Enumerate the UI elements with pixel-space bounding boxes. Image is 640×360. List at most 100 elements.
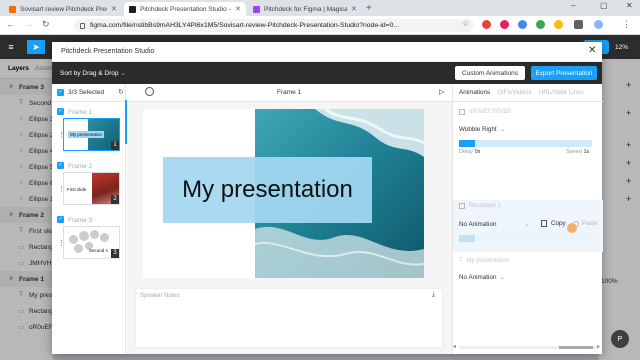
tab-favicon-icon	[129, 5, 136, 13]
puzzle-icon[interactable]	[574, 20, 583, 29]
layer-header: oR0uEF7t0VD0	[459, 109, 511, 115]
chevron-down-icon: ⌄	[499, 274, 505, 281]
slide-1-thumbnail[interactable]: My presentation 1	[63, 118, 120, 151]
slide-3-frame-label: Frame 3	[68, 217, 93, 224]
ellipse-shape	[100, 233, 109, 242]
slide-title: My presentation	[163, 157, 372, 223]
tab-url-slide-links[interactable]: URL/Slide Links	[539, 89, 584, 96]
url-text: figma.com/file/nstibBs9mAH3LY4PI6x1M5/So…	[90, 22, 400, 29]
layer-name: oR0uEF7t0VD0	[469, 109, 512, 115]
slide-number: 1	[111, 141, 119, 150]
copy-label: Copy	[551, 220, 566, 227]
bookmark-star-icon[interactable]: ☆	[462, 19, 469, 28]
sort-label: Sort by Drag & Drop	[60, 70, 119, 77]
browser-tab-1[interactable]: Sovisart review Pitchdeck Presen ✕	[4, 2, 122, 16]
layer-name: My presentation	[466, 258, 510, 264]
refresh-icon[interactable]: ↻	[118, 88, 124, 96]
select-all-checkbox[interactable]: ✓	[57, 89, 64, 96]
close-window-button[interactable]: ✕	[626, 1, 633, 10]
browser-tab-strip: Sovisart review Pitchdeck Presen ✕ Pitch…	[0, 0, 640, 16]
back-icon[interactable]: ←	[6, 19, 15, 29]
tab-animations[interactable]: Animations	[459, 89, 490, 96]
slide-3-checkbox[interactable]: ✓	[57, 216, 64, 223]
tab-gifs-videos[interactable]: GIFs/Videos	[497, 89, 532, 96]
speaker-notes-placeholder: Speaker Notes	[140, 293, 180, 299]
animation-tabs: Animations GIFs/Videos URL/Slide Links	[453, 84, 603, 102]
tab-close-icon[interactable]: ✕	[351, 5, 357, 13]
slide-number: 3	[111, 249, 119, 258]
menu-icon[interactable]: ⋮	[622, 19, 631, 30]
slides-column: ✓ 3/3 Selected ↻ ✓ Frame 1 ⋮⋮ My present…	[52, 84, 127, 354]
profile-icon[interactable]	[594, 20, 603, 29]
tab-close-icon[interactable]: ✕	[235, 5, 241, 13]
mouse-cursor	[567, 223, 577, 233]
animation-dropdown[interactable]: No Animation ⌄	[459, 274, 505, 281]
speed-label: Speed	[566, 149, 582, 155]
copy-icon	[541, 220, 547, 227]
timing-slider[interactable]	[459, 235, 592, 242]
tab-label: Pitchdeck Presentation Studio -	[140, 5, 231, 13]
avatar[interactable]: P	[611, 330, 629, 348]
animation-value: No Animation	[459, 274, 497, 281]
timing-slider[interactable]	[459, 140, 592, 147]
animation-dropdown[interactable]: Wobble Right ⌄	[459, 126, 505, 133]
slide-2-checkbox[interactable]: ✓	[57, 162, 64, 169]
expand-notes-icon[interactable]: ⤓	[432, 291, 435, 299]
extension-icon[interactable]	[518, 20, 527, 29]
play-icon[interactable]: ▷	[439, 88, 444, 96]
slide-preview[interactable]: My presentation	[143, 109, 424, 278]
selected-count: 3/3 Selected	[68, 89, 105, 96]
tab-favicon-icon	[9, 5, 16, 13]
speed-readout: Speed 1s	[566, 149, 589, 155]
figma-menu-icon[interactable]: ≡	[4, 40, 18, 54]
tab-favicon-icon	[253, 5, 260, 13]
delay-label: Delay	[459, 149, 474, 155]
browser-tab-2[interactable]: Pitchdeck Presentation Studio - ✕	[124, 2, 246, 16]
reload-icon[interactable]: ↻	[42, 19, 50, 30]
browser-tab-3[interactable]: Pitchdeck for Figma | Magically ✕	[248, 2, 362, 16]
text-layer-icon: T	[459, 258, 463, 264]
image-layer-icon	[459, 109, 465, 115]
extension-icon[interactable]	[554, 20, 563, 29]
sort-dropdown[interactable]: Sort by Drag & Drop ⌄	[60, 69, 126, 77]
slide-number: 2	[111, 195, 119, 204]
extension-icon[interactable]	[482, 20, 491, 29]
preview-settings-icon[interactable]	[145, 87, 154, 96]
scroll-left-icon[interactable]: ◂	[453, 343, 456, 350]
new-tab-button[interactable]: +	[366, 3, 372, 14]
move-tool-icon[interactable]: ➤	[27, 40, 45, 54]
forward-icon[interactable]: →	[24, 19, 33, 29]
scroll-right-icon[interactable]: ▸	[597, 343, 600, 350]
minimize-button[interactable]: –	[571, 1, 575, 10]
plugin-title-bar: Pitchdeck Presentation Studio	[52, 42, 602, 62]
thumb-title: First slide	[67, 187, 87, 192]
browser-navbar: ← → ↻ figma.com/file/nstibBs9mAH3LY4PI6x…	[0, 16, 640, 35]
chevron-down-icon: ⌄	[524, 221, 530, 228]
custom-animations-button[interactable]: Custom Animations	[455, 66, 525, 80]
animation-value: Wobble Right	[459, 126, 497, 133]
slide-2-thumbnail[interactable]: First slide 2	[63, 172, 120, 205]
extension-icon[interactable]	[500, 20, 509, 29]
horizontal-scrollbar[interactable]	[459, 346, 599, 349]
tab-close-icon[interactable]: ✕	[111, 5, 117, 13]
scrollbar-thumb[interactable]	[559, 346, 593, 349]
chevron-down-icon: ⌄	[120, 70, 126, 77]
zoom-level[interactable]: 12%	[615, 44, 628, 51]
chevron-down-icon: ⌄	[499, 126, 505, 133]
close-icon[interactable]: ✕	[588, 45, 596, 56]
speaker-notes[interactable]: Speaker Notes ⤓	[135, 288, 443, 348]
timing-slider-fill	[459, 235, 475, 242]
animation-dropdown[interactable]: No Animation ⌄	[459, 221, 534, 228]
plugin-modal: Pitchdeck Presentation Studio ✕ Sort by …	[52, 42, 603, 354]
layer-name: Rectangle 1	[469, 203, 502, 209]
copy-button[interactable]: Copy	[541, 220, 566, 227]
maximize-button[interactable]: ▢	[600, 1, 608, 10]
slide-2-frame-label: Frame 2	[68, 163, 93, 170]
slide-1-checkbox[interactable]: ✓	[57, 108, 64, 115]
address-bar[interactable]: figma.com/file/nstibBs9mAH3LY4PI6x1M5/So…	[74, 19, 474, 32]
slide-3-thumbnail[interactable]: Second s 3	[63, 226, 120, 259]
delay-value: 0s	[474, 149, 481, 155]
export-presentation-button[interactable]: Export Presentation	[531, 66, 597, 80]
lock-icon	[80, 22, 85, 29]
extension-icon[interactable]	[536, 20, 545, 29]
